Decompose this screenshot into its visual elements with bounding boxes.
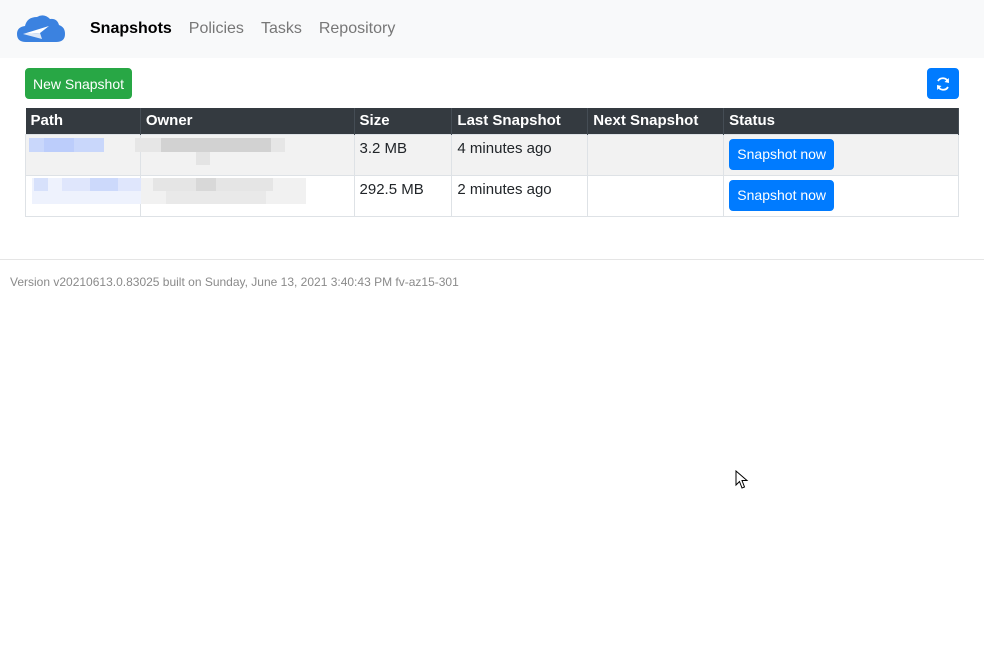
nav-links: Snapshots Policies Tasks Repository [90,0,412,58]
owner-cell [139,174,355,217]
col-path[interactable]: Path [25,108,141,134]
footer-divider [0,259,984,260]
col-last-snapshot[interactable]: Last Snapshot [451,108,589,134]
next-snapshot-cell [587,133,725,176]
kopia-logo-icon[interactable] [16,12,66,46]
nav-policies[interactable]: Policies [189,20,244,38]
status-cell: Snapshot now [723,174,959,217]
redacted-path [26,135,140,175]
last-snapshot-cell: 4 minutes ago [451,133,589,176]
size-cell: 3.2 MB [353,133,453,176]
owner-cell [134,133,355,176]
next-snapshot-cell [587,174,725,217]
refresh-icon [937,76,949,91]
path-cell[interactable] [25,133,141,176]
redacted-owner [134,135,354,175]
col-next-snapshot[interactable]: Next Snapshot [587,108,725,134]
refresh-button[interactable] [927,68,959,99]
new-snapshot-button[interactable]: New Snapshot [25,68,132,99]
table-row: 3.2 MB 4 minutes ago Snapshot now [25,133,959,176]
status-cell: Snapshot now [723,133,959,176]
last-snapshot-cell: 2 minutes ago [451,174,589,217]
table-header-row: Path Owner Size Last Snapshot Next Snaps… [25,108,959,134]
nav-snapshots[interactable]: Snapshots [90,20,172,38]
col-status[interactable]: Status [723,108,959,134]
nav-repository[interactable]: Repository [319,20,395,38]
mouse-cursor-icon [735,470,749,489]
nav-tasks[interactable]: Tasks [261,20,302,38]
col-owner[interactable]: Owner [140,108,355,134]
snapshot-now-button[interactable]: Snapshot now [729,179,835,211]
version-footer: Version v20210613.0.83025 built on Sunda… [10,275,459,289]
col-size[interactable]: Size [354,108,453,134]
navbar: Snapshots Policies Tasks Repository [0,0,984,58]
snapshots-table: Path Owner Size Last Snapshot Next Snaps… [25,108,959,217]
size-cell: 292.5 MB [353,174,453,217]
snapshot-now-button[interactable]: Snapshot now [729,138,835,170]
table-row: 292.5 MB 2 minutes ago Snapshot now [25,174,959,217]
redacted-owner [140,176,354,216]
path-cell[interactable] [25,174,142,217]
redacted-path [26,176,142,216]
